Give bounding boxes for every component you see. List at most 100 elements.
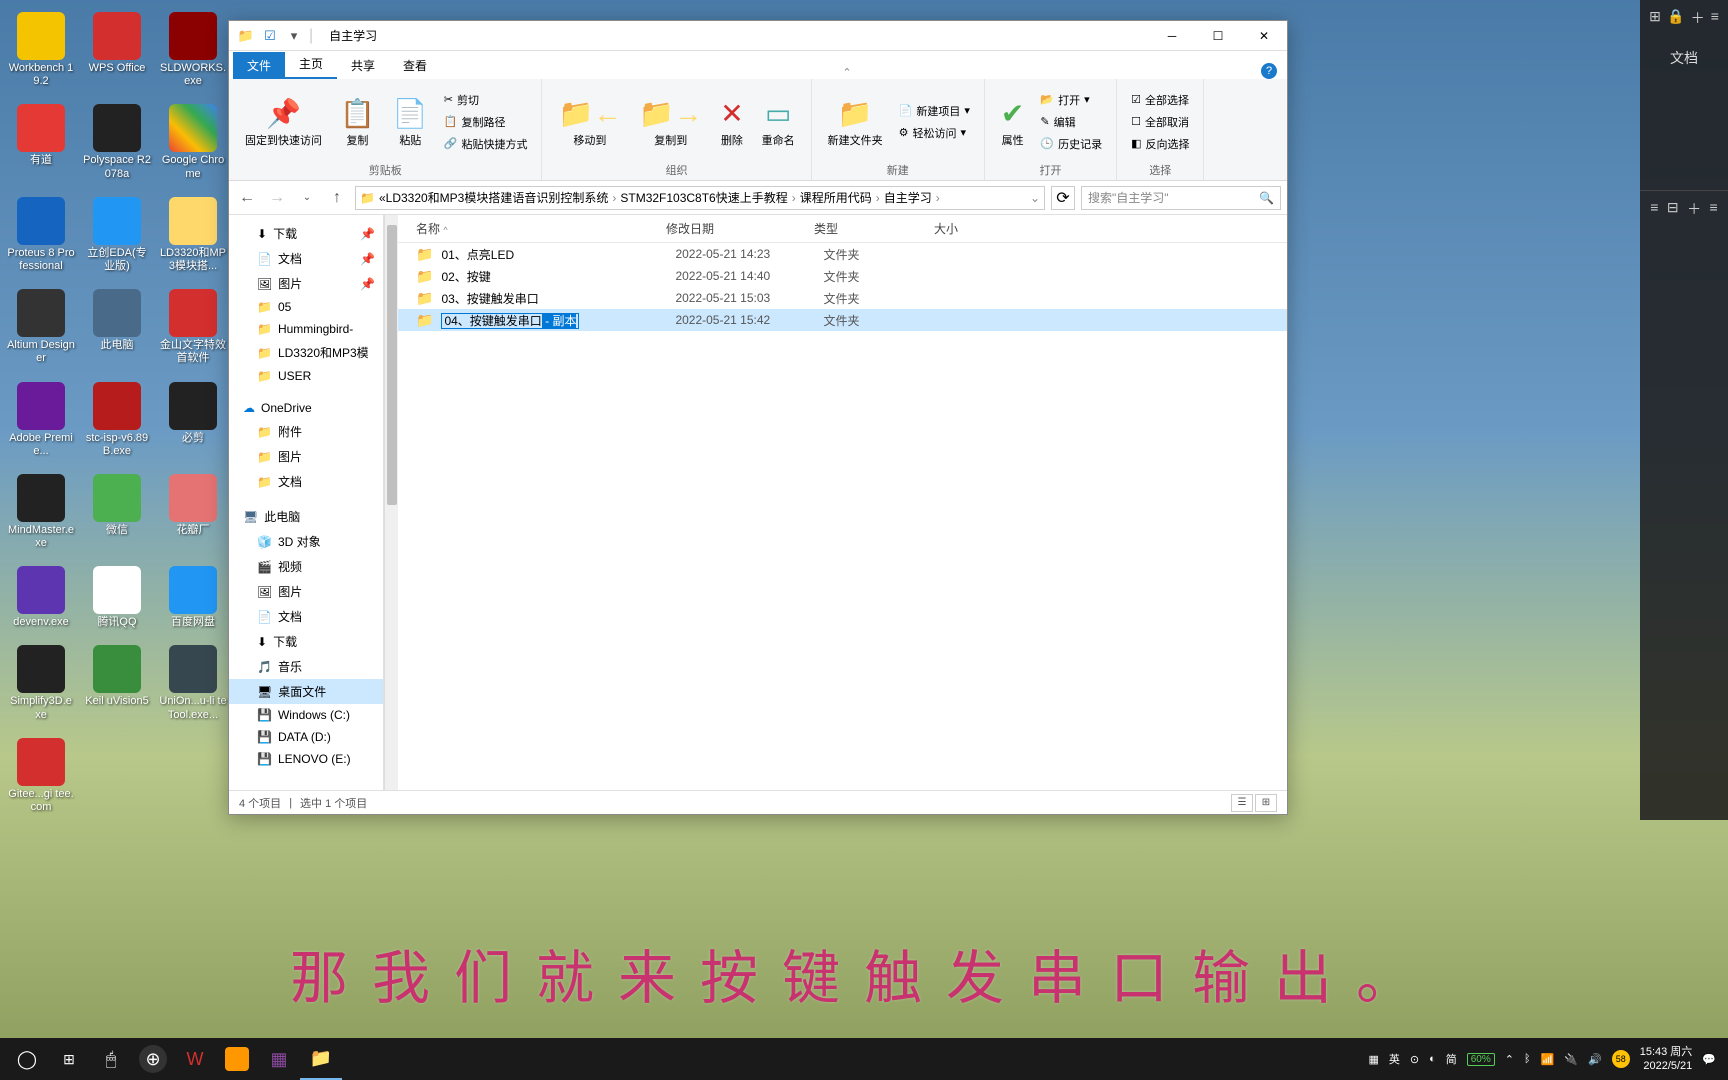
sidebar-item[interactable]: 📁附件 <box>229 419 383 444</box>
desktop-icon[interactable]: 微信 <box>81 472 153 552</box>
desktop-icon[interactable]: 腾讯QQ <box>81 564 153 631</box>
file-row[interactable]: 📁04、按键触发串口 - 副本2022-05-21 15:42文件夹 <box>398 309 1287 331</box>
desktop-icon[interactable]: Polyspace R2078a <box>81 102 153 182</box>
icons-view-button[interactable]: ⊞ <box>1255 794 1277 812</box>
sidebar-item[interactable]: 🧊3D 对象 <box>229 529 383 554</box>
minimize-button[interactable]: ─ <box>1149 21 1195 51</box>
desktop-icon[interactable]: 金山文字特效首软件 <box>157 287 229 367</box>
tray-chevron-icon[interactable]: ⌃ <box>1505 1053 1514 1066</box>
sidebar-item[interactable]: ⬇下载📌 <box>229 221 383 246</box>
tab-share[interactable]: 共享 <box>337 52 389 79</box>
desktop-icon[interactable]: SLDWORKS.exe <box>157 10 229 90</box>
task-view-button[interactable]: ⊞ <box>48 1038 90 1080</box>
cut-button[interactable]: ✂剪切 <box>440 90 532 110</box>
tray-icon[interactable]: ◐ <box>1429 1053 1436 1065</box>
panel-plus2-icon[interactable]: ＋ <box>1687 199 1701 219</box>
move-to-button[interactable]: 📁←移动到 <box>552 83 627 160</box>
desktop-icon[interactable]: LD3320和MP3模块搭... <box>157 195 229 275</box>
column-size[interactable]: 大小 <box>934 220 1287 237</box>
rename-button[interactable]: ▭重命名 <box>756 83 801 160</box>
panel-list-icon[interactable]: ≡ <box>1650 199 1658 219</box>
close-button[interactable]: ✕ <box>1241 21 1287 51</box>
open-button[interactable]: 📂打开 ▾ <box>1036 90 1106 110</box>
power-icon[interactable]: 🔌 <box>1564 1053 1578 1066</box>
sidebar-item[interactable]: 📁USER <box>229 365 383 387</box>
file-row[interactable]: 📁01、点亮LED2022-05-21 14:23文件夹 <box>398 243 1287 265</box>
desktop-icon[interactable]: stc-isp-v6.89B.exe <box>81 380 153 460</box>
new-item-button[interactable]: 📄新建项目 ▾ <box>895 101 974 121</box>
tray-icon[interactable]: ⊙ <box>1410 1053 1419 1066</box>
sidebar-scrollbar[interactable] <box>384 215 398 790</box>
forward-button[interactable]: → <box>265 186 289 210</box>
notification-icon[interactable]: 💬 <box>1702 1053 1716 1066</box>
sidebar-thispc[interactable]: 🖥此电脑 <box>229 504 383 529</box>
clock-time[interactable]: 15:43 周六 <box>1640 1045 1693 1059</box>
desktop-icon[interactable]: Workbench 19.2 <box>5 10 77 90</box>
breadcrumb-item[interactable]: 课程所用代码 <box>800 189 872 206</box>
sidebar-item[interactable]: ⬇下载 <box>229 629 383 654</box>
select-none-button[interactable]: ☐全部取消 <box>1127 112 1193 132</box>
column-type[interactable]: 类型 <box>814 220 934 237</box>
desktop-icon[interactable]: Gitee...gi tee.com <box>5 736 77 816</box>
new-folder-button[interactable]: 📁新建文件夹 <box>822 83 889 160</box>
wifi-icon[interactable]: 📶 <box>1541 1053 1555 1066</box>
taskbar-app[interactable]: W <box>174 1038 216 1080</box>
desktop-icon[interactable]: Proteus 8 Professional <box>5 195 77 275</box>
panel-plus-icon[interactable]: ＋ <box>1691 8 1705 28</box>
sidebar-item[interactable]: 📁LD3320和MP3模 <box>229 340 383 365</box>
sidebar-item[interactable]: 💾Windows (C:) <box>229 704 383 726</box>
taskbar-explorer[interactable]: 📁 <box>300 1038 342 1080</box>
sidebar-item[interactable]: 📄文档📌 <box>229 246 383 271</box>
refresh-button[interactable]: ⟳ <box>1051 186 1075 210</box>
search-input[interactable]: 搜索"自主学习" 🔍 <box>1081 186 1281 210</box>
taskbar-app[interactable]: 🖱 <box>90 1038 132 1080</box>
breadcrumb-item[interactable]: 自主学习 <box>884 189 932 206</box>
ime-indicator2[interactable]: 简 <box>1446 1051 1457 1067</box>
help-button[interactable]: ? <box>1261 63 1277 79</box>
sidebar-item[interactable]: 🖼图片 <box>229 579 383 604</box>
sidebar-item[interactable]: 🎵音乐 <box>229 654 383 679</box>
up-button[interactable]: ↑ <box>325 186 349 210</box>
sidebar-item[interactable]: 📁05 <box>229 296 383 318</box>
copy-button[interactable]: 📋复制 <box>334 83 381 160</box>
desktop-icon[interactable]: 有道 <box>5 102 77 182</box>
desktop-icon[interactable]: devenv.exe <box>5 564 77 631</box>
address-bar[interactable]: 📁 « LD3320和MP3模块搭建语音识别控制系统› STM32F103C8T… <box>355 186 1045 210</box>
desktop-icon[interactable]: 百度网盘 <box>157 564 229 631</box>
properties-button[interactable]: ✔属性 <box>995 83 1030 160</box>
tab-home[interactable]: 主页 <box>285 50 337 79</box>
start-button[interactable]: ◯ <box>6 1038 48 1080</box>
qa-save-icon[interactable]: ☑ <box>261 27 279 45</box>
column-name[interactable]: 名称 ^ <box>416 220 666 237</box>
file-row[interactable]: 📁03、按键触发串口2022-05-21 15:03文件夹 <box>398 287 1287 309</box>
breadcrumb-item[interactable]: LD3320和MP3模块搭建语音识别控制系统 <box>386 189 609 206</box>
desktop-icon[interactable]: WPS Office <box>81 10 153 90</box>
sidebar-item[interactable]: 📁Hummingbird- <box>229 318 383 340</box>
copy-path-button[interactable]: 📋复制路径 <box>440 112 532 132</box>
desktop-icon[interactable]: UniOn...u-li teTool.exe... <box>157 643 229 723</box>
desktop-icon[interactable]: 必剪 <box>157 380 229 460</box>
taskbar-app[interactable] <box>225 1047 249 1071</box>
ime-indicator[interactable]: 英 <box>1389 1051 1400 1067</box>
sidebar-item[interactable]: 💾DATA (D:) <box>229 726 383 748</box>
desktop-icon[interactable]: Adobe Premie... <box>5 380 77 460</box>
qa-dropdown-icon[interactable]: ▾ <box>285 27 303 45</box>
pin-to-quick-access-button[interactable]: 📌固定到快速访问 <box>239 83 328 160</box>
sidebar-item[interactable]: 🖥桌面文件 <box>229 679 383 704</box>
back-button[interactable]: ← <box>235 186 259 210</box>
copy-to-button[interactable]: 📁→复制到 <box>633 83 708 160</box>
file-row[interactable]: 📁02、按键2022-05-21 14:40文件夹 <box>398 265 1287 287</box>
taskbar-app[interactable]: ⊕ <box>139 1045 167 1073</box>
sidebar-item[interactable]: 🎬视频 <box>229 554 383 579</box>
desktop-icon[interactable]: MindMaster.exe <box>5 472 77 552</box>
tray-badge[interactable]: 58 <box>1612 1050 1630 1068</box>
tray-app-icon[interactable]: ▦ <box>1368 1053 1378 1066</box>
panel-more-icon[interactable]: ≡ <box>1711 8 1719 28</box>
paste-shortcut-button[interactable]: 🔗粘贴快捷方式 <box>440 134 532 154</box>
sidebar-item[interactable]: 📄文档 <box>229 604 383 629</box>
desktop-icon[interactable]: Keil uVision5 <box>81 643 153 723</box>
desktop-icon[interactable]: Google Chrome <box>157 102 229 182</box>
delete-button[interactable]: ✕删除 <box>714 83 749 160</box>
edit-button[interactable]: ✎编辑 <box>1036 112 1106 132</box>
tab-view[interactable]: 查看 <box>389 52 441 79</box>
